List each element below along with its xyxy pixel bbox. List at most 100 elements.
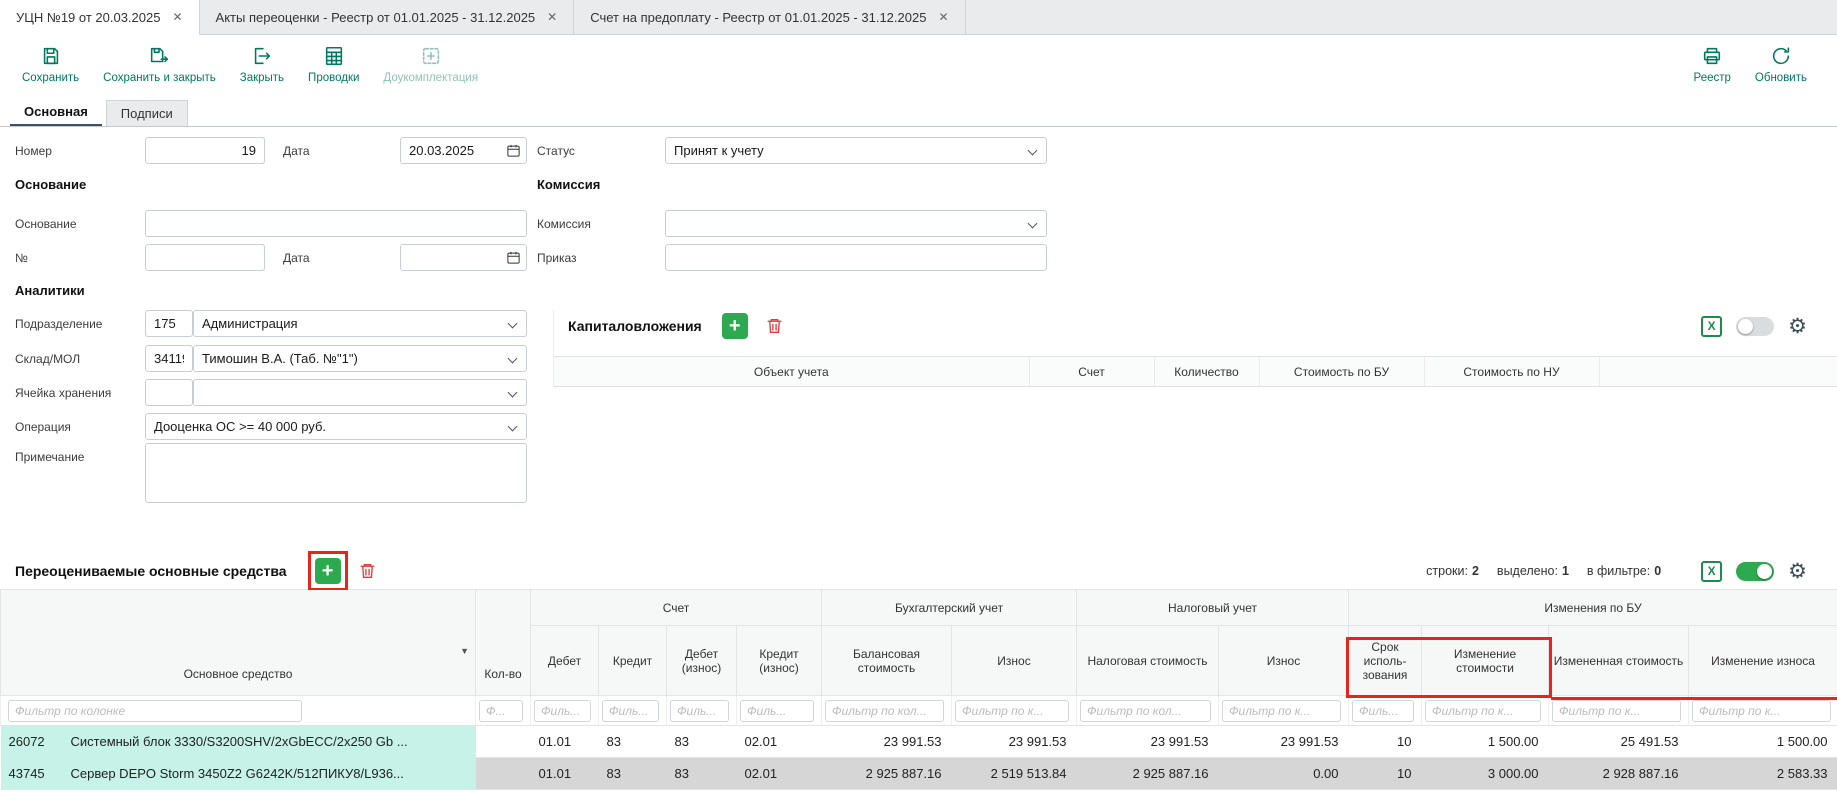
filter-debit-wear-input[interactable] <box>670 700 729 722</box>
filter-useful-life-input[interactable] <box>1352 700 1414 722</box>
tab-signatures[interactable]: Подписи <box>106 100 188 126</box>
sort-desc-icon[interactable]: ▼ <box>460 646 469 656</box>
col-asset[interactable]: Основное средство ▼ <box>1 590 476 696</box>
col-useful-life[interactable]: Срок исполь­зования <box>1349 626 1422 696</box>
capex-excel-export-icon[interactable]: X <box>1701 316 1722 337</box>
registry-button[interactable]: Реестр <box>1682 42 1743 87</box>
warehouse-select[interactable]: Тимошин В.А. (Таб. №"1") <box>193 345 527 372</box>
postings-label: Проводки <box>308 72 359 84</box>
commission-select[interactable] <box>665 210 1047 237</box>
cell-wear-nu: 0.00 <box>1219 758 1349 790</box>
basis-field[interactable] <box>145 210 527 237</box>
plus-icon: + <box>322 561 334 581</box>
number-field[interactable] <box>145 137 265 164</box>
table-row[interactable]: 26072 Системный блок 3330/S3200SHV/2xGbE… <box>1 726 1837 758</box>
assets-excel-export-icon[interactable]: X <box>1701 561 1722 582</box>
close-button[interactable]: Закрыть <box>228 42 296 87</box>
col-tax-cost[interactable]: Налоговая стоимость <box>1077 626 1219 696</box>
note-field[interactable] <box>145 443 527 503</box>
col-cost-change[interactable]: Изменение стоимости <box>1422 626 1549 696</box>
cell-balance-cost: 23 991.53 <box>822 726 952 758</box>
col-credit-wear[interactable]: Кредит (износ) <box>737 626 822 696</box>
cell-changed-cost: 2 928 887.16 <box>1549 758 1689 790</box>
capex-col-object[interactable]: Объект учета <box>554 357 1029 387</box>
group-accounting: Бухгалтерский учет <box>822 590 1077 626</box>
filter-wear-bu-input[interactable] <box>955 700 1069 722</box>
add-capex-row-button[interactable]: + <box>722 313 748 339</box>
add-button-annotation-wrap: + <box>315 558 341 584</box>
capex-col-account[interactable]: Счет <box>1029 357 1154 387</box>
capex-filter-toggle[interactable] <box>1736 317 1774 336</box>
warehouse-code-field[interactable] <box>145 345 193 372</box>
delete-asset-row-button[interactable] <box>355 558 381 584</box>
calendar-icon[interactable] <box>506 250 521 265</box>
cell-wear-bu: 2 519 513.84 <box>952 758 1077 790</box>
col-wear-nu[interactable]: Износ <box>1219 626 1349 696</box>
status-select[interactable]: Принят к учету <box>665 137 1047 164</box>
capex-col-cost-nu[interactable]: Стоимость по НУ <box>1424 357 1599 387</box>
capex-gear-icon[interactable]: ⚙ <box>1788 316 1807 337</box>
filter-asset-input[interactable] <box>8 700 302 722</box>
calendar-icon[interactable] <box>506 143 521 158</box>
col-wear-change[interactable]: Изменение износа <box>1689 626 1837 696</box>
toolbar: Сохранить Сохранить и закрыть Закрыть Пр… <box>0 35 1837 99</box>
refresh-button[interactable]: Обновить <box>1743 42 1819 87</box>
filter-credit-input[interactable] <box>602 700 659 722</box>
cell-qty <box>476 758 531 790</box>
cell-credit-wear: 02.01 <box>737 758 822 790</box>
tab-main[interactable]: Основная <box>10 99 102 126</box>
operation-select[interactable]: Дооценка ОС >= 40 000 руб. <box>145 413 527 440</box>
assets-gear-icon[interactable]: ⚙ <box>1788 561 1807 582</box>
filter-wear-nu-input[interactable] <box>1222 700 1341 722</box>
recompletion-label: Доукомплектация <box>383 72 478 84</box>
basis-number-field[interactable] <box>145 244 265 271</box>
col-credit[interactable]: Кредит <box>599 626 667 696</box>
save-and-close-button[interactable]: Сохранить и закрыть <box>91 42 228 87</box>
capex-col-filler <box>1599 357 1837 387</box>
close-tab-icon[interactable]: ✕ <box>547 11 557 23</box>
table-row-selected[interactable]: 43745 Сервер DEPO Storm 3450Z2 G6242K/51… <box>1 758 1837 790</box>
close-tab-icon[interactable]: ✕ <box>172 11 182 23</box>
col-changed-cost[interactable]: Измененная стоимость <box>1549 626 1689 696</box>
storage-cell-code-field[interactable] <box>145 379 193 406</box>
filter-debit-input[interactable] <box>534 700 591 722</box>
storage-cell-select[interactable] <box>193 379 527 406</box>
basis-section-title: Основание <box>15 177 86 192</box>
col-debit[interactable]: Дебет <box>531 626 599 696</box>
exit-icon <box>251 45 273 67</box>
cell-cost-change: 1 500.00 <box>1422 726 1549 758</box>
commission-label: Комиссия <box>537 217 591 231</box>
capex-col-quantity[interactable]: Количество <box>1154 357 1259 387</box>
department-select[interactable]: Администрация <box>193 310 527 337</box>
cell-wear-bu: 23 991.53 <box>952 726 1077 758</box>
filter-qty-input[interactable] <box>479 700 523 722</box>
cell-wear-change: 1 500.00 <box>1689 726 1837 758</box>
cell-useful-life: 10 <box>1349 758 1422 790</box>
warehouse-label: Склад/МОЛ <box>15 352 80 366</box>
filter-tax-cost-input[interactable] <box>1080 700 1211 722</box>
filter-credit-wear-input[interactable] <box>740 700 814 722</box>
col-debit-wear[interactable]: Дебет (износ) <box>667 626 737 696</box>
capex-col-cost-bu[interactable]: Стоимость по БУ <box>1259 357 1424 387</box>
col-balance-cost[interactable]: Балансовая стоимость <box>822 626 952 696</box>
assets-filter-toggle[interactable] <box>1736 562 1774 581</box>
window-tab-revaluation-registry[interactable]: Акты переоценки - Реестр от 01.01.2025 -… <box>200 0 575 34</box>
cell-qty <box>476 726 531 758</box>
filter-wear-change-input[interactable] <box>1692 700 1831 722</box>
basis-number-label: № <box>15 251 28 265</box>
refresh-icon <box>1770 45 1792 67</box>
window-tab-document[interactable]: УЦН №19 от 20.03.2025 ✕ <box>0 0 200 35</box>
postings-button[interactable]: Проводки <box>296 42 371 87</box>
close-tab-icon[interactable]: ✕ <box>938 11 948 23</box>
filter-cost-change-input[interactable] <box>1425 700 1541 722</box>
add-asset-row-button[interactable]: + <box>315 558 341 584</box>
save-button[interactable]: Сохранить <box>10 42 91 87</box>
window-tab-invoice-registry[interactable]: Счет на предоплату - Реестр от 01.01.202… <box>574 0 965 34</box>
filter-balance-cost-input[interactable] <box>825 700 944 722</box>
col-quantity[interactable]: Кол-во <box>476 590 531 696</box>
col-wear-bu[interactable]: Износ <box>952 626 1077 696</box>
delete-capex-row-button[interactable] <box>762 313 788 339</box>
order-field[interactable] <box>665 244 1047 271</box>
filter-changed-cost-input[interactable] <box>1552 700 1681 722</box>
department-code-field[interactable] <box>145 310 193 337</box>
